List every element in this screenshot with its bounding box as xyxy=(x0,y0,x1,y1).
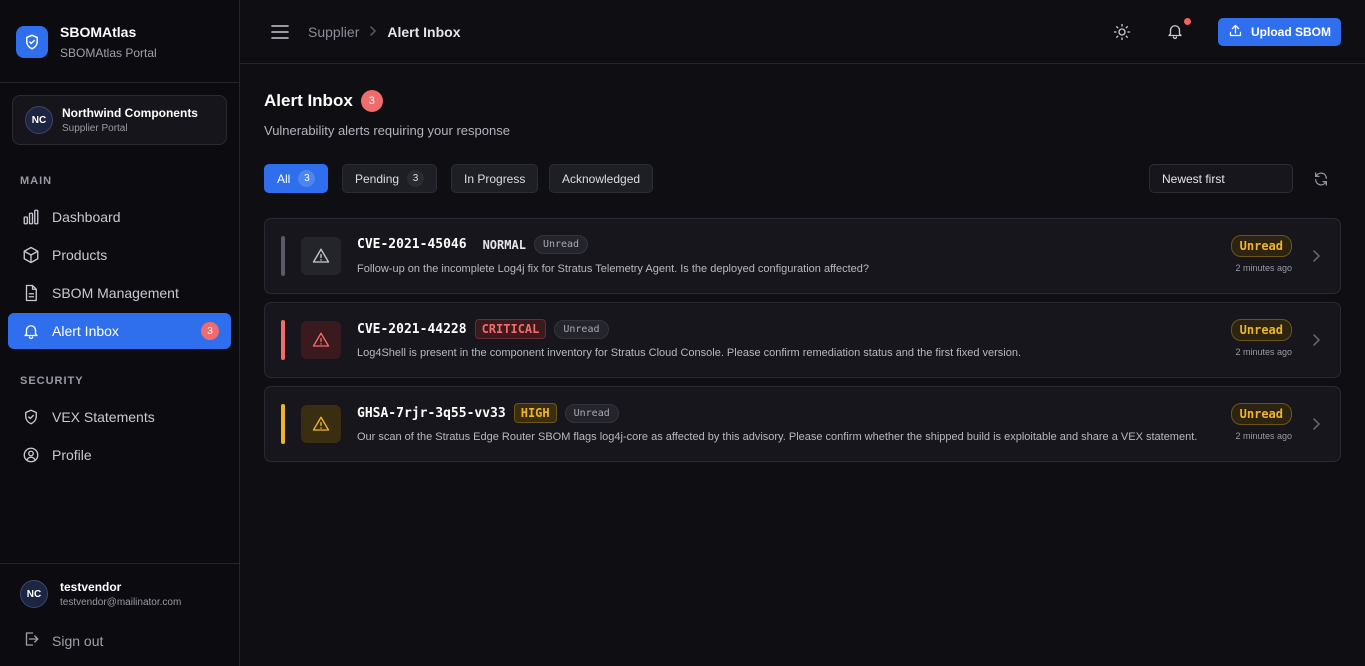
brand-name: SBOMAtlas xyxy=(60,24,137,40)
user-avatar: NC xyxy=(20,580,48,608)
upload-icon xyxy=(1228,23,1243,41)
alert-description: Follow-up on the incomplete Log4j fix fo… xyxy=(357,263,870,275)
vulnerability-id: CVE-2021-45046 xyxy=(357,237,467,252)
tab-pending[interactable]: Pending 3 xyxy=(342,164,438,193)
org-avatar: NC xyxy=(25,106,53,134)
brand[interactable]: SBOMAtlas SBOMAtlas Portal xyxy=(16,24,157,60)
alert-time: 2 minutes ago xyxy=(1235,263,1292,273)
vulnerability-id: GHSA-7rjr-3q55-vv33 xyxy=(357,405,506,421)
breadcrumb-current: Alert Inbox xyxy=(387,24,461,40)
alert-count-badge: 3 xyxy=(360,90,383,112)
user-menu[interactable]: NC testvendor testvendor@mailinator.com xyxy=(20,580,181,608)
user-email: testvendor@mailinator.com xyxy=(60,597,182,608)
tab-label: All xyxy=(277,171,291,186)
page-title: Alert Inbox xyxy=(264,91,353,110)
sidebar-item-label: SBOM Management xyxy=(52,285,179,301)
sidebar-item-label: Profile xyxy=(52,447,92,463)
notification-dot xyxy=(1184,18,1191,25)
sort-select[interactable]: Newest first xyxy=(1149,164,1293,193)
severity-badge: CRITICAL xyxy=(474,319,547,339)
read-state-badge: Unread xyxy=(564,403,619,423)
page-subtitle: Vulnerability alerts requiring your resp… xyxy=(264,123,510,138)
divider xyxy=(0,563,239,564)
tab-label: Acknowledged xyxy=(562,171,641,186)
warning-icon xyxy=(301,405,341,443)
notifications-bell-icon[interactable] xyxy=(1165,18,1191,41)
sidebar-item-label: Dashboard xyxy=(52,209,121,225)
sidebar-item-dashboard[interactable]: Dashboard xyxy=(8,199,231,235)
chevron-right-icon xyxy=(1310,416,1322,432)
tab-acknowledged[interactable]: Acknowledged xyxy=(549,164,654,193)
user-name: testvendor xyxy=(60,580,122,594)
status-badge: Unread xyxy=(1230,319,1292,341)
sun-icon[interactable] xyxy=(1112,22,1132,42)
warning-icon xyxy=(301,237,341,275)
sign-out-icon xyxy=(22,630,40,651)
section-label-main: MAIN xyxy=(20,175,53,187)
brand-subtitle: SBOMAtlas Portal xyxy=(60,46,157,60)
page-header: Alert Inbox 3 xyxy=(264,90,383,112)
org-switcher[interactable]: NC Northwind Components Supplier Portal xyxy=(12,95,227,145)
shield-icon xyxy=(22,408,40,426)
chevron-right-icon xyxy=(1310,332,1322,348)
alert-time: 2 minutes ago xyxy=(1235,431,1292,441)
severity-badge: NORMAL xyxy=(482,237,526,252)
alert-description: Log4Shell is present in the component in… xyxy=(357,347,1022,359)
alert-card[interactable]: CVE-2021-45046 NORMAL Unread Follow-up o… xyxy=(264,218,1341,294)
sidebar-item-label: VEX Statements xyxy=(52,409,155,425)
shield-check-icon xyxy=(16,26,48,58)
tab-count: 3 xyxy=(407,170,425,187)
sidebar-item-profile[interactable]: Profile xyxy=(8,437,231,473)
tab-label: Pending xyxy=(355,171,400,186)
alert-card[interactable]: GHSA-7rjr-3q55-vv33 HIGH Unread Our scan… xyxy=(264,386,1341,462)
tab-all[interactable]: All 3 xyxy=(264,164,329,193)
severity-bar xyxy=(281,404,285,444)
divider xyxy=(0,82,239,83)
sidebar-item-alert-inbox[interactable]: Alert Inbox 3 xyxy=(8,313,231,349)
file-icon xyxy=(22,284,40,302)
org-name: Northwind Components xyxy=(62,106,198,120)
read-state-badge: Unread xyxy=(533,235,589,254)
sidebar-item-sbom-management[interactable]: SBOM Management xyxy=(8,275,231,311)
sort-value: Newest first xyxy=(1162,171,1225,186)
status-badge: Unread xyxy=(1230,235,1292,257)
menu-icon[interactable] xyxy=(270,22,290,42)
section-label-security: SECURITY xyxy=(20,375,84,387)
upload-sbom-label: Upload SBOM xyxy=(1251,25,1331,39)
sidebar-item-label: Alert Inbox xyxy=(52,323,119,339)
upload-sbom-button[interactable]: Upload SBOM xyxy=(1218,18,1341,46)
bell-icon xyxy=(22,322,40,340)
tab-in-progress[interactable]: In Progress xyxy=(451,164,539,193)
refresh-icon[interactable] xyxy=(1311,169,1331,189)
topbar: Supplier Alert Inbox Upload SBOM xyxy=(240,0,1365,64)
read-state-badge: Unread xyxy=(554,319,609,339)
bar-chart-icon xyxy=(22,208,40,226)
chevron-right-icon xyxy=(1310,248,1322,264)
sidebar-item-products[interactable]: Products xyxy=(8,237,231,273)
tab-label: In Progress xyxy=(464,171,526,186)
user-icon xyxy=(22,446,40,464)
severity-badge: HIGH xyxy=(513,403,557,423)
alert-description: Our scan of the Stratus Edge Router SBOM… xyxy=(357,431,1198,443)
severity-bar xyxy=(281,320,285,360)
sign-out-label: Sign out xyxy=(52,632,104,649)
alert-time: 2 minutes ago xyxy=(1235,347,1292,357)
vulnerability-id: CVE-2021-44228 xyxy=(357,321,467,337)
status-badge: Unread xyxy=(1230,403,1292,425)
alert-count-badge: 3 xyxy=(201,322,219,340)
box-icon xyxy=(22,246,40,264)
sidebar: SBOMAtlas SBOMAtlas Portal NC Northwind … xyxy=(0,0,240,666)
tab-count: 3 xyxy=(298,170,316,187)
chevron-right-icon xyxy=(369,25,377,39)
breadcrumb-supplier[interactable]: Supplier xyxy=(308,24,359,40)
severity-bar xyxy=(281,236,285,276)
breadcrumb: Supplier Alert Inbox xyxy=(308,24,461,40)
sign-out-button[interactable]: Sign out xyxy=(22,630,103,651)
sidebar-item-label: Products xyxy=(52,247,108,263)
org-subtitle: Supplier Portal xyxy=(62,123,128,134)
sidebar-item-vex-statements[interactable]: VEX Statements xyxy=(8,399,231,435)
warning-icon xyxy=(301,321,341,359)
alert-card[interactable]: CVE-2021-44228 CRITICAL Unread Log4Shell… xyxy=(264,302,1341,378)
